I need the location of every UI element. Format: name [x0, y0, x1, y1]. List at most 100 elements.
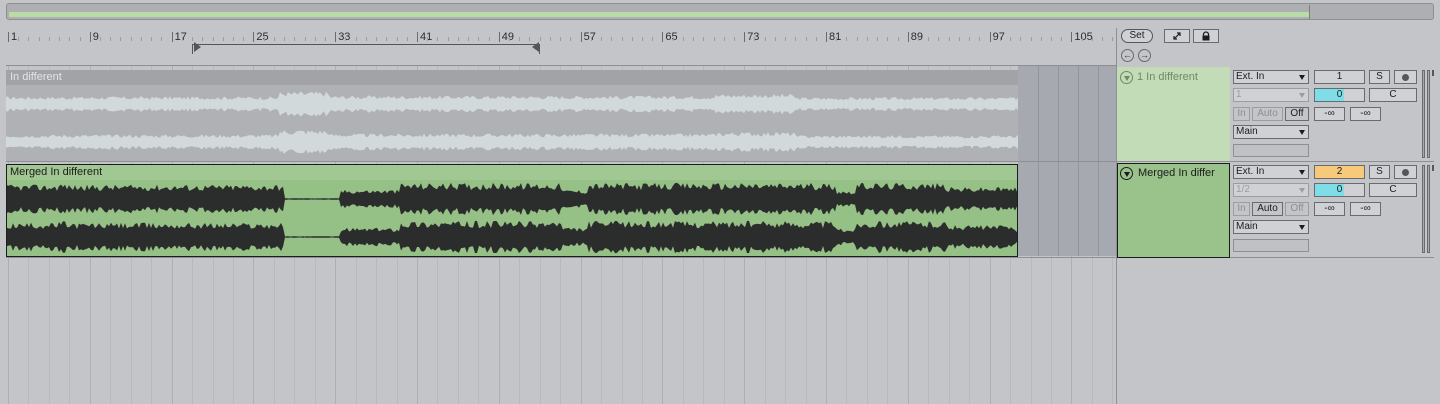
scroll-handle[interactable]: [1432, 165, 1434, 171]
output-channel-slot[interactable]: [1233, 239, 1309, 252]
input-type-dropdown[interactable]: Ext. In: [1233, 70, 1309, 84]
monitor-auto-button[interactable]: Auto: [1252, 107, 1283, 121]
beat-tick: [856, 37, 858, 41]
beat-tick: [1112, 37, 1114, 41]
beat-tick: [570, 37, 572, 41]
beat-tick: [406, 37, 408, 41]
bar-number: 65: [665, 31, 678, 43]
arrow-left-icon: ←: [1123, 50, 1132, 60]
track-header-selected[interactable]: Merged In differ: [1117, 163, 1230, 258]
beat-time-ruler[interactable]: 1 9 17 25 33 41 49 57 65 73 81 89 97 105: [6, 28, 1144, 66]
beat-tick: [805, 37, 807, 41]
beat-tick: [314, 37, 316, 41]
beat-tick: [948, 37, 950, 41]
lock-envelopes-button[interactable]: [1193, 29, 1219, 43]
bar-tick: [662, 32, 664, 42]
beat-tick: [365, 37, 367, 41]
monitor-in-button[interactable]: In: [1233, 107, 1250, 121]
send-b-value[interactable]: -∞: [1350, 202, 1381, 216]
pan-knob[interactable]: C: [1369, 183, 1417, 197]
beat-tick: [263, 37, 265, 41]
track-separator: [6, 161, 1434, 162]
input-channel-dropdown[interactable]: 1: [1233, 88, 1309, 102]
fold-track-icon[interactable]: [1120, 167, 1133, 180]
arrangement-overview[interactable]: [6, 3, 1434, 20]
beat-tick: [447, 37, 449, 41]
output-dropdown[interactable]: Main: [1233, 125, 1309, 139]
beat-tick: [682, 37, 684, 41]
set-locator-button[interactable]: Set: [1121, 29, 1153, 43]
beat-tick: [549, 37, 551, 41]
record-arm-icon: [1402, 73, 1409, 81]
chevron-down-icon: [1299, 188, 1305, 193]
volume-slider[interactable]: 0: [1314, 88, 1365, 102]
output-value: Main: [1236, 221, 1258, 232]
beat-tick: [48, 37, 50, 41]
beat-tick: [100, 37, 102, 41]
solo-button[interactable]: S: [1369, 165, 1390, 179]
beat-tick: [59, 37, 61, 41]
beat-tick: [355, 37, 357, 41]
audio-clip-selected[interactable]: Merged In different: [6, 164, 1018, 257]
expand-tracks-button[interactable]: [1164, 29, 1190, 43]
beat-tick: [590, 37, 592, 41]
audio-clip[interactable]: In different: [6, 70, 1018, 161]
volume-slider[interactable]: 0: [1314, 183, 1365, 197]
beat-tick: [1020, 37, 1022, 41]
loop-brace[interactable]: [192, 44, 540, 54]
loop-end-marker[interactable]: [532, 42, 539, 52]
beat-tick: [294, 37, 296, 41]
beat-tick: [979, 37, 981, 41]
fold-track-icon[interactable]: [1120, 71, 1133, 84]
beat-tick: [304, 37, 306, 41]
output-channel-slot[interactable]: [1233, 144, 1309, 157]
clip-title-bar[interactable]: Merged In different: [7, 165, 1017, 180]
next-locator-button[interactable]: →: [1138, 49, 1151, 62]
beat-tick: [376, 37, 378, 41]
beat-tick: [631, 37, 633, 41]
beat-tick: [140, 37, 142, 41]
arm-button[interactable]: [1394, 70, 1417, 84]
beat-tick: [324, 37, 326, 41]
previous-locator-button[interactable]: ←: [1121, 49, 1134, 62]
bar-number: 73: [747, 31, 760, 43]
lock-icon: [1202, 31, 1210, 41]
input-channel-dropdown[interactable]: 1/2: [1233, 183, 1309, 197]
arm-button[interactable]: [1394, 165, 1417, 179]
monitor-off-button[interactable]: Off: [1285, 107, 1309, 121]
beat-tick: [1081, 37, 1083, 41]
track-name[interactable]: 1 In different: [1137, 71, 1229, 83]
beat-tick: [897, 37, 899, 41]
loop-start-marker[interactable]: [194, 42, 201, 52]
track-activator-button[interactable]: 2: [1314, 165, 1365, 179]
monitor-off-button[interactable]: Off: [1285, 202, 1309, 216]
waveform-channel: [6, 130, 1018, 154]
overview-end-marker: [1309, 5, 1310, 19]
send-a-value[interactable]: -∞: [1314, 107, 1345, 121]
send-a-value[interactable]: -∞: [1314, 202, 1345, 216]
pan-knob[interactable]: C: [1369, 88, 1417, 102]
beat-tick: [273, 37, 275, 41]
beat-tick: [222, 37, 224, 41]
bar-number: 17: [174, 31, 187, 43]
track-name[interactable]: Merged In differ: [1138, 167, 1230, 179]
beat-tick: [999, 37, 1001, 41]
monitor-in-button[interactable]: In: [1233, 202, 1250, 216]
send-b-value[interactable]: -∞: [1350, 107, 1381, 121]
bar-number: 89: [910, 31, 924, 43]
beat-tick: [733, 37, 735, 41]
bar-number: 1: [11, 31, 18, 43]
beat-tick: [1010, 37, 1012, 41]
track-activator-button[interactable]: 1: [1314, 70, 1365, 84]
monitor-auto-button[interactable]: Auto: [1252, 202, 1283, 216]
expand-icon: [1173, 32, 1181, 40]
scroll-handle[interactable]: [1432, 70, 1434, 76]
solo-button[interactable]: S: [1369, 70, 1390, 84]
input-type-dropdown[interactable]: Ext. In: [1233, 165, 1309, 179]
output-dropdown[interactable]: Main: [1233, 220, 1309, 234]
beat-tick: [928, 37, 930, 41]
bar-number: 33: [338, 31, 351, 43]
clip-title-bar[interactable]: In different: [6, 70, 1018, 85]
track-header[interactable]: 1 In different: [1117, 67, 1230, 161]
beat-tick: [79, 37, 81, 41]
